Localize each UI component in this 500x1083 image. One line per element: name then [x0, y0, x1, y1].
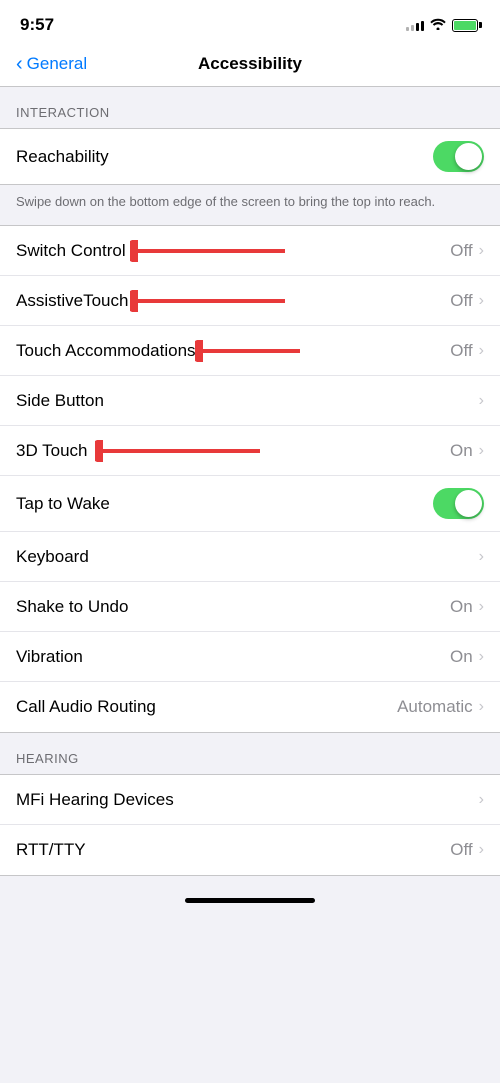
switch-control-value: Off — [450, 241, 472, 261]
section-header-hearing: HEARING — [0, 733, 500, 774]
reachability-description: Swipe down on the bottom edge of the scr… — [0, 185, 500, 225]
settings-group-interaction: Reachability — [0, 128, 500, 185]
status-bar: 9:57 — [0, 0, 500, 44]
back-button[interactable]: ‹ General — [16, 54, 87, 74]
list-item[interactable]: MFi Hearing Devices › — [0, 775, 500, 825]
red-arrow-icon — [130, 290, 295, 312]
assistive-touch-value: Off — [450, 291, 472, 311]
rtt-tty-label: RTT/TTY — [16, 840, 450, 860]
red-arrow-icon — [130, 240, 295, 262]
settings-group-hearing: MFi Hearing Devices › RTT/TTY Off › — [0, 774, 500, 876]
chevron-right-icon: › — [479, 392, 484, 410]
chevron-right-icon: › — [479, 442, 484, 460]
list-item[interactable]: Shake to Undo On › — [0, 582, 500, 632]
call-audio-routing-value: Automatic — [397, 697, 473, 717]
settings-group-controls: Switch Control Off › AssistiveTouch Off … — [0, 225, 500, 733]
shake-to-undo-label: Shake to Undo — [16, 597, 450, 617]
navigation-bar: ‹ General Accessibility — [0, 44, 500, 87]
side-button-label: Side Button — [16, 391, 479, 411]
vibration-label: Vibration — [16, 647, 450, 667]
back-label: General — [27, 54, 87, 74]
tap-to-wake-toggle[interactable] — [433, 488, 484, 519]
reachability-label: Reachability — [16, 147, 433, 167]
home-indicator-bar — [185, 898, 315, 903]
chevron-right-icon: › — [479, 698, 484, 716]
list-item[interactable]: Call Audio Routing Automatic › — [0, 682, 500, 732]
list-item[interactable]: Side Button › — [0, 376, 500, 426]
list-item[interactable]: Tap to Wake — [0, 476, 500, 532]
mfi-hearing-label: MFi Hearing Devices — [16, 790, 479, 810]
chevron-left-icon: ‹ — [16, 54, 23, 74]
list-item[interactable]: AssistiveTouch Off › — [0, 276, 500, 326]
chevron-right-icon: › — [479, 548, 484, 566]
list-item[interactable]: Touch Accommodations Off › — [0, 326, 500, 376]
list-item[interactable]: Switch Control Off › — [0, 226, 500, 276]
chevron-right-icon: › — [479, 841, 484, 859]
page-title: Accessibility — [198, 54, 302, 74]
signal-bars-icon — [406, 19, 424, 31]
list-item[interactable]: Vibration On › — [0, 632, 500, 682]
section-header-interaction: INTERACTION — [0, 87, 500, 128]
chevron-right-icon: › — [479, 791, 484, 809]
red-arrow-icon — [195, 340, 310, 362]
list-item[interactable]: 3D Touch On › — [0, 426, 500, 476]
shake-to-undo-value: On — [450, 597, 473, 617]
red-arrow-icon — [95, 440, 270, 462]
rtt-tty-value: Off — [450, 840, 472, 860]
status-icons — [406, 17, 480, 33]
chevron-right-icon: › — [479, 292, 484, 310]
chevron-right-icon: › — [479, 648, 484, 666]
wifi-icon — [430, 17, 446, 33]
touch-accommodations-value: Off — [450, 341, 472, 361]
tap-to-wake-label: Tap to Wake — [16, 494, 433, 514]
reachability-toggle[interactable] — [433, 141, 484, 172]
3d-touch-value: On — [450, 441, 473, 461]
call-audio-routing-label: Call Audio Routing — [16, 697, 397, 717]
list-item[interactable]: Keyboard › — [0, 532, 500, 582]
battery-icon — [452, 19, 480, 32]
keyboard-label: Keyboard — [16, 547, 479, 567]
list-item[interactable]: Reachability — [0, 129, 500, 184]
vibration-value: On — [450, 647, 473, 667]
chevron-right-icon: › — [479, 342, 484, 360]
status-time: 9:57 — [20, 15, 54, 35]
list-item[interactable]: RTT/TTY Off › — [0, 825, 500, 875]
chevron-right-icon: › — [479, 598, 484, 616]
bottom-spacer — [0, 876, 500, 916]
chevron-right-icon: › — [479, 242, 484, 260]
